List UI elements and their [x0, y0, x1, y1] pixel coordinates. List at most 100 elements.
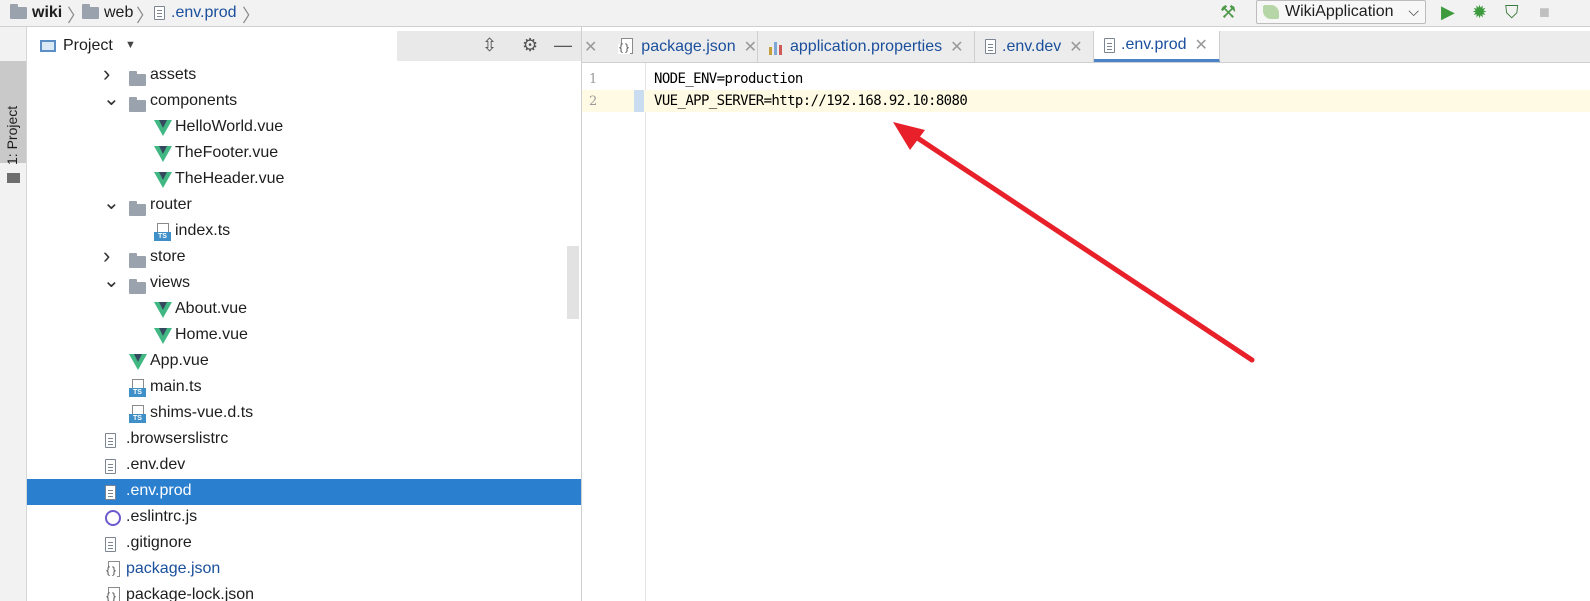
run-configuration-label: WikiApplication	[1285, 3, 1394, 20]
tree-item-label: TheHeader.vue	[175, 170, 285, 187]
breadcrumb-wiki[interactable]: wiki	[10, 3, 62, 23]
editor-tab-bar: ✕ {} package.json ✕ application.properti…	[582, 31, 1590, 63]
tree-item-label: router	[150, 196, 192, 213]
spring-leaf-icon	[1263, 5, 1279, 19]
vue-file-icon	[154, 120, 172, 136]
file-icon	[105, 459, 116, 474]
tree-item-label: package-lock.json	[126, 586, 255, 601]
folder-icon	[129, 201, 146, 216]
vue-file-icon	[154, 302, 172, 318]
tree-file-item[interactable]: {} package.json	[27, 557, 581, 583]
close-icon[interactable]: ✕	[950, 37, 963, 57]
json-file-icon: {}	[618, 37, 635, 56]
tree-file-item[interactable]: .env.prod	[27, 479, 581, 505]
typescript-file-icon: TS	[154, 223, 172, 241]
close-icon[interactable]: ✕	[1069, 37, 1082, 57]
file-icon	[105, 433, 116, 448]
close-icon[interactable]: ✕	[1195, 35, 1208, 55]
eslint-icon	[105, 510, 121, 526]
tree-item-label: HelloWorld.vue	[175, 118, 284, 135]
tab-application-properties[interactable]: application.properties ✕	[758, 31, 975, 62]
tree-scrollbar[interactable]	[567, 246, 579, 319]
folder-icon	[82, 4, 99, 19]
tree-file-item[interactable]: {} package-lock.json	[27, 583, 581, 601]
typescript-file-icon: TS	[129, 405, 147, 423]
json-file-icon: {}	[105, 587, 123, 601]
tree-folder-item[interactable]: ⌄ components	[27, 86, 581, 115]
tree-file-item[interactable]: .browserslistrc	[27, 427, 581, 453]
editor-line-current[interactable]: 2 VUE_APP_SERVER=http://192.168.92.10:80…	[582, 90, 1590, 112]
chevron-down-icon[interactable]: ⌄	[103, 86, 120, 111]
project-view-selector[interactable]: Project	[63, 37, 113, 55]
file-icon	[105, 537, 116, 552]
vue-file-icon	[154, 328, 172, 344]
project-panel-header: Project ▼ ⇳ ⚙ —	[27, 31, 581, 61]
caret-down-icon[interactable]: ▼	[125, 39, 136, 51]
tree-item-label: shims-vue.d.ts	[150, 404, 254, 421]
tree-file-item[interactable]: TS main.ts	[27, 375, 581, 401]
tree-file-item[interactable]: App.vue	[27, 349, 581, 375]
file-icon	[985, 39, 996, 54]
collapse-all-icon[interactable]: ⇳	[482, 35, 497, 56]
tree-item-label: .env.dev	[126, 456, 186, 473]
hide-icon[interactable]: —	[554, 35, 572, 56]
gear-icon[interactable]: ⚙	[522, 35, 538, 56]
run-configuration-select[interactable]: WikiApplication ⌵	[1256, 0, 1426, 24]
tree-item-label: TheFooter.vue	[175, 144, 279, 161]
chevron-right-icon[interactable]: ›	[103, 62, 110, 87]
tree-item-label: index.ts	[175, 222, 231, 239]
tree-file-item[interactable]: HelloWorld.vue	[27, 115, 581, 141]
breadcrumb-separator-icon: 〉	[242, 6, 260, 26]
tree-folder-item[interactable]: ⌄ router	[27, 190, 581, 219]
code-text[interactable]: NODE_ENV=production	[654, 71, 803, 87]
properties-file-icon	[768, 39, 784, 55]
chevron-down-icon: ⌵	[1408, 3, 1419, 19]
tab-env-dev[interactable]: .env.dev ✕	[975, 31, 1094, 62]
tool-window-stripe: 1: Project	[0, 27, 27, 601]
project-tool-tab[interactable]: 1: Project	[0, 61, 26, 183]
tree-item-label: About.vue	[175, 300, 248, 317]
project-tree: › assets ⌄ components HelloWorld.vue TheFoote…	[27, 62, 581, 601]
tab-package-json[interactable]: {} package.json ✕	[608, 31, 758, 62]
tree-file-item[interactable]: TS index.ts	[27, 219, 581, 245]
editor-line[interactable]: 1 NODE_ENV=production	[582, 68, 1590, 90]
folder-icon	[129, 97, 146, 112]
chevron-down-icon[interactable]: ⌄	[103, 190, 120, 215]
run-icon[interactable]: ▶	[1441, 2, 1455, 23]
tree-item-label: .env.prod	[126, 482, 192, 499]
file-icon	[154, 6, 165, 20]
tree-file-item[interactable]: TS shims-vue.d.ts	[27, 401, 581, 427]
tree-item-label: store	[150, 248, 186, 265]
tree-item-label: assets	[150, 66, 197, 83]
code-text[interactable]: VUE_APP_SERVER=http://192.168.92.10:8080	[654, 93, 968, 109]
tree-item-label: main.ts	[150, 378, 202, 395]
tree-file-item[interactable]: .eslintrc.js	[27, 505, 581, 531]
coverage-icon[interactable]: ⛉	[1505, 2, 1519, 23]
tree-item-label: components	[150, 92, 238, 109]
tree-file-item[interactable]: TheFooter.vue	[27, 141, 581, 167]
stop-icon[interactable]: ■	[1539, 2, 1550, 23]
typescript-file-icon: TS	[129, 379, 147, 397]
vue-file-icon	[154, 172, 172, 188]
tree-file-item[interactable]: About.vue	[27, 297, 581, 323]
tab-env-prod[interactable]: .env.prod ✕	[1094, 31, 1220, 62]
editor-gutter	[582, 63, 646, 601]
breadcrumb-web[interactable]: web	[82, 3, 133, 23]
breadcrumb-env-prod[interactable]: .env.prod	[154, 3, 237, 23]
tree-file-item[interactable]: .gitignore	[27, 531, 581, 557]
tree-file-item[interactable]: .env.dev	[27, 453, 581, 479]
debug-icon[interactable]: ✹	[1472, 2, 1487, 23]
close-icon[interactable]: ✕	[744, 37, 757, 57]
tree-item-label: views	[150, 274, 191, 291]
chevron-right-icon[interactable]: ›	[103, 243, 110, 269]
tree-folder-item[interactable]: ⌄ views	[27, 268, 581, 297]
hammer-icon[interactable]: ⚒	[1220, 2, 1236, 23]
folder-icon	[7, 173, 20, 183]
folder-icon	[129, 253, 146, 268]
chevron-down-icon[interactable]: ⌄	[103, 268, 120, 293]
line-number: 2	[589, 94, 598, 109]
close-icon[interactable]: ✕	[584, 37, 597, 57]
line-number: 1	[589, 72, 598, 87]
folder-icon	[129, 71, 146, 86]
tree-file-item[interactable]: Home.vue	[27, 323, 581, 349]
